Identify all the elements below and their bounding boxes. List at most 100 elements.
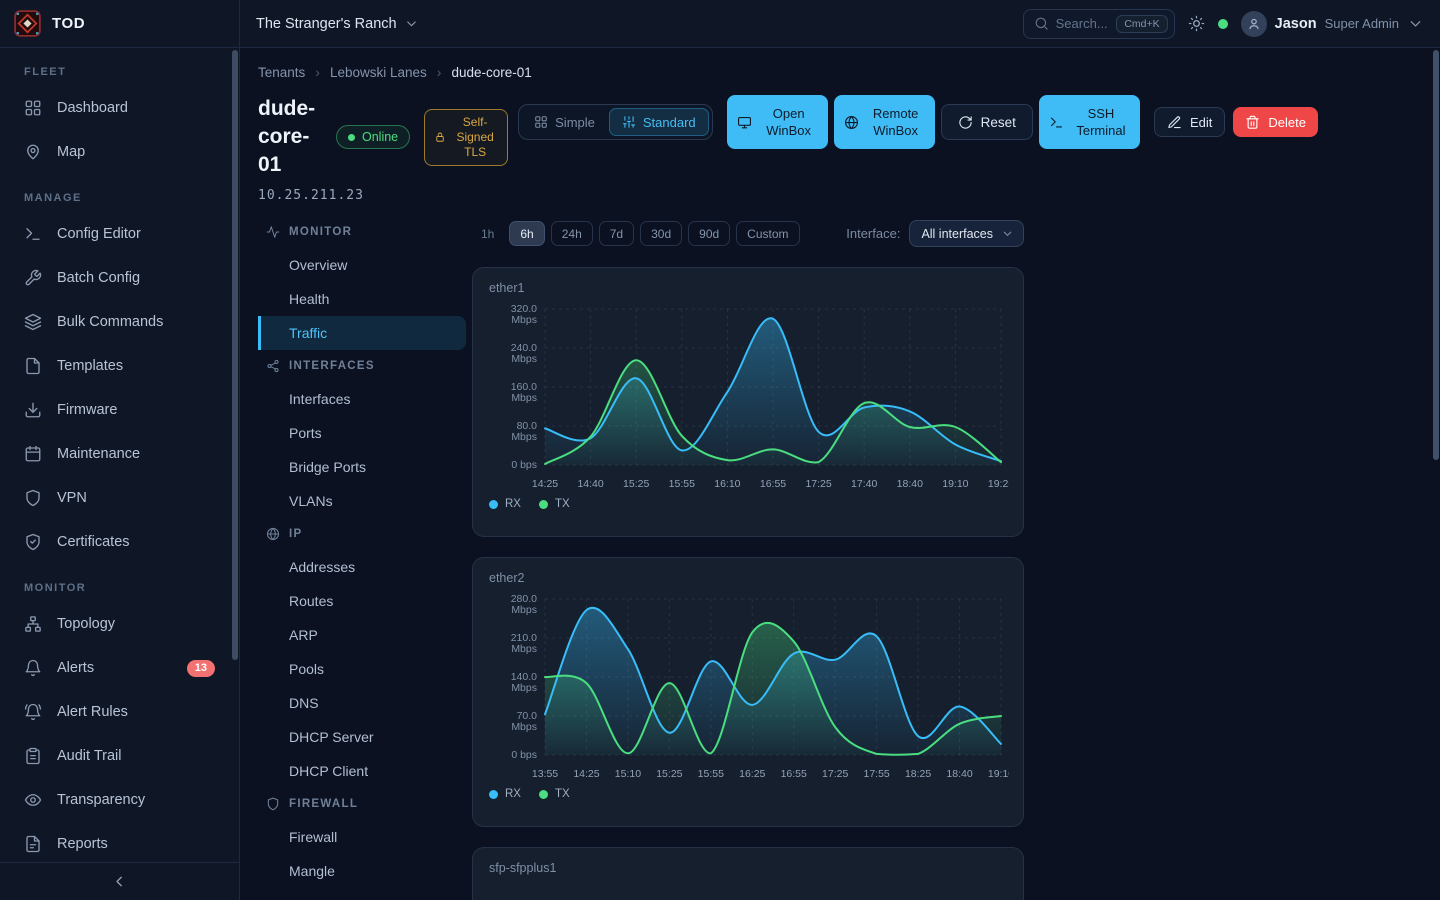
sidebar-item-label: VPN bbox=[57, 490, 87, 506]
chevron-left-icon bbox=[111, 873, 128, 890]
subnav-section-firewall: FIREWALL bbox=[258, 788, 466, 820]
breadcrumb-tenants[interactable]: Tenants bbox=[258, 65, 305, 80]
subnav-item-arp[interactable]: ARP bbox=[258, 618, 466, 652]
subnav-item-dns[interactable]: DNS bbox=[258, 686, 466, 720]
svg-text:18:40: 18:40 bbox=[897, 478, 923, 490]
sidebar-item-label: Transparency bbox=[57, 792, 145, 808]
subnav-section-label: MONITOR bbox=[289, 226, 352, 238]
sidebar-item-maintenance[interactable]: Maintenance bbox=[0, 432, 239, 476]
svg-text:16:55: 16:55 bbox=[760, 478, 786, 490]
theme-toggle-sun-icon[interactable] bbox=[1188, 15, 1205, 32]
remote-winbox-button[interactable]: Remote WinBox bbox=[834, 95, 935, 149]
subnav-section-label: IP bbox=[289, 528, 302, 540]
sidebar-item-alert-rules[interactable]: Alert Rules bbox=[0, 690, 239, 734]
sidebar-collapse-button[interactable] bbox=[0, 862, 239, 900]
svg-text:Mbps: Mbps bbox=[511, 392, 537, 404]
report-icon bbox=[24, 835, 42, 853]
sidebar-item-bulk-commands[interactable]: Bulk Commands bbox=[0, 300, 239, 344]
subnav-item-firewall[interactable]: Firewall bbox=[258, 820, 466, 854]
search-shortcut-badge: Cmd+K bbox=[1116, 15, 1167, 33]
monitor-icon bbox=[737, 115, 752, 130]
open-winbox-button[interactable]: Open WinBox bbox=[727, 95, 828, 149]
sidebar-item-config-editor[interactable]: Config Editor bbox=[0, 212, 239, 256]
subnav-item-mangle[interactable]: Mangle bbox=[258, 854, 466, 888]
sidebar-item-templates[interactable]: Templates bbox=[0, 344, 239, 388]
chevron-down-icon bbox=[1001, 227, 1014, 240]
time-range-custom[interactable]: Custom bbox=[736, 221, 799, 246]
time-range-90d[interactable]: 90d bbox=[688, 221, 730, 246]
window-scrollbar[interactable] bbox=[1433, 50, 1439, 460]
delete-button[interactable]: Delete bbox=[1233, 107, 1318, 137]
sidebar-item-label: Maintenance bbox=[57, 446, 140, 462]
traffic-plot: 0 bps80.0Mbps160.0Mbps240.0Mbps320.0Mbps… bbox=[489, 295, 1009, 495]
subnav-item-addr-lists[interactable]: Addr Lists bbox=[258, 888, 466, 900]
grid-icon bbox=[534, 115, 548, 129]
refresh-icon bbox=[958, 115, 973, 130]
edit-button[interactable]: Edit bbox=[1154, 107, 1225, 137]
svg-text:18:40: 18:40 bbox=[946, 768, 972, 780]
global-search[interactable]: Cmd+K bbox=[1023, 9, 1175, 39]
ssh-terminal-button[interactable]: SSH Terminal bbox=[1039, 95, 1140, 149]
file-icon bbox=[24, 357, 42, 375]
breadcrumb-tenant[interactable]: Lebowski Lanes bbox=[330, 65, 427, 80]
subnav-item-health[interactable]: Health bbox=[258, 282, 466, 316]
subnav-item-interfaces[interactable]: Interfaces bbox=[258, 382, 466, 416]
svg-text:Mbps: Mbps bbox=[511, 643, 537, 655]
sidebar-item-reports[interactable]: Reports bbox=[0, 822, 239, 866]
time-range-group: 1h6h 24h7d30d90dCustom bbox=[472, 221, 800, 246]
sidebar-item-label: Firmware bbox=[57, 402, 117, 418]
subnav-item-routes[interactable]: Routes bbox=[258, 584, 466, 618]
reset-button[interactable]: Reset bbox=[941, 104, 1033, 140]
sidebar-item-certificates[interactable]: Certificates bbox=[0, 520, 239, 564]
avatar bbox=[1241, 11, 1267, 37]
subnav-item-pools[interactable]: Pools bbox=[258, 652, 466, 686]
sidebar-item-alerts[interactable]: Alerts13 bbox=[0, 646, 239, 690]
time-range-30d[interactable]: 30d bbox=[640, 221, 682, 246]
subnav-item-dhcp-server[interactable]: DHCP Server bbox=[258, 720, 466, 754]
search-input[interactable] bbox=[1056, 16, 1110, 31]
sidebar-item-vpn[interactable]: VPN bbox=[0, 476, 239, 520]
time-range-1h[interactable]: 1h bbox=[472, 221, 503, 246]
sidebar-item-batch-config[interactable]: Batch Config bbox=[0, 256, 239, 300]
svg-text:18:25: 18:25 bbox=[905, 768, 931, 780]
map-pin-icon bbox=[24, 143, 42, 161]
time-range-24h[interactable]: 24h bbox=[551, 221, 593, 246]
reset-label: Reset bbox=[981, 115, 1016, 130]
tenant-selector[interactable]: The Stranger's Ranch bbox=[256, 16, 419, 32]
interface-select[interactable]: All interfaces bbox=[909, 220, 1024, 247]
tls-label: Self-Signed TLS bbox=[452, 115, 498, 160]
subnav-item-ports[interactable]: Ports bbox=[258, 416, 466, 450]
charts-column: ether10 bps80.0Mbps160.0Mbps240.0Mbps320… bbox=[472, 267, 1024, 900]
view-toggle-simple[interactable]: Simple bbox=[522, 108, 607, 136]
sidebar-item-label: Config Editor bbox=[57, 226, 141, 242]
dashboard-grid-icon bbox=[24, 99, 42, 117]
sidebar-item-transparency[interactable]: Transparency bbox=[0, 778, 239, 822]
sidebar-item-label: Templates bbox=[57, 358, 123, 374]
legend-dot-icon bbox=[489, 500, 498, 509]
subnav-item-vlans[interactable]: VLANs bbox=[258, 484, 466, 518]
time-range-7d[interactable]: 7d bbox=[599, 221, 634, 246]
sidebar-item-audit-trail[interactable]: Audit Trail bbox=[0, 734, 239, 778]
online-dot-icon bbox=[348, 134, 355, 141]
sidebar-section-manage: MANAGE bbox=[0, 174, 239, 212]
app-logo[interactable]: TOD bbox=[0, 0, 239, 48]
chart-title: sfp-sfpplus1 bbox=[489, 861, 1007, 875]
sidebar-item-firmware[interactable]: Firmware bbox=[0, 388, 239, 432]
sidebar-scrollbar[interactable] bbox=[232, 50, 238, 660]
breadcrumb-separator: › bbox=[437, 64, 442, 80]
subnav-item-bridge-ports[interactable]: Bridge Ports bbox=[258, 450, 466, 484]
user-menu[interactable]: Jason Super Admin bbox=[1241, 11, 1424, 37]
sidebar-item-map[interactable]: Map bbox=[0, 130, 239, 174]
subnav-item-traffic[interactable]: Traffic bbox=[258, 316, 466, 350]
subnav-item-addresses[interactable]: Addresses bbox=[258, 550, 466, 584]
sidebar-item-label: Certificates bbox=[57, 534, 130, 550]
sidebar-item-dashboard[interactable]: Dashboard bbox=[0, 86, 239, 130]
open-winbox-label: Open WinBox bbox=[760, 105, 818, 139]
subnav-item-overview[interactable]: Overview bbox=[258, 248, 466, 282]
subnav-item-dhcp-client[interactable]: DHCP Client bbox=[258, 754, 466, 788]
view-toggle-standard[interactable]: Standard bbox=[609, 108, 709, 136]
main-content: Tenants › Lebowski Lanes › dude-core-01 … bbox=[240, 49, 1440, 900]
search-icon bbox=[1034, 16, 1049, 31]
sidebar-item-topology[interactable]: Topology bbox=[0, 602, 239, 646]
time-range-6h[interactable]: 6h bbox=[509, 221, 544, 246]
